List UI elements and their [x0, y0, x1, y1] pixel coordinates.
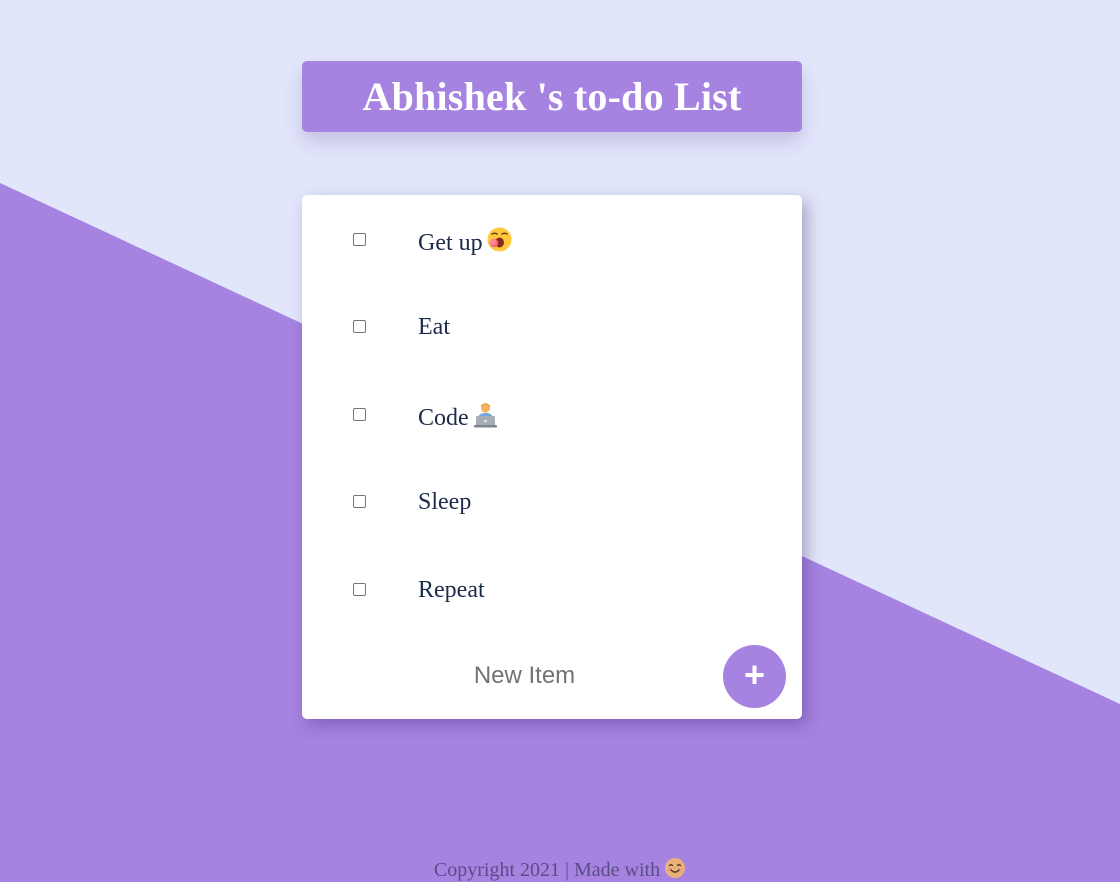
todo-item: Code [302, 395, 802, 435]
new-item-input[interactable] [418, 657, 631, 695]
page-heading: Abhishek 's to-do List [302, 61, 802, 132]
todo-checkbox[interactable] [353, 320, 366, 333]
plus-icon: + [743, 653, 766, 695]
todo-checkbox[interactable] [353, 408, 366, 421]
footer-text: Copyright 2021 | Made with [433, 859, 661, 881]
page-title: Abhishek 's to-do List [362, 74, 742, 119]
yawning-face-icon [486, 226, 513, 260]
todo-item-label: Sleep [418, 489, 472, 515]
todo-checkbox[interactable] [353, 495, 366, 508]
todo-item: Get up [302, 220, 802, 260]
todo-item: Repeat [302, 570, 802, 610]
todo-item: Eat [302, 307, 802, 347]
add-item-button[interactable]: + [723, 645, 786, 708]
todo-item-label: Code [418, 401, 499, 435]
todo-card: Get up Eat Code Sleep Repeat New Item + [302, 195, 802, 719]
todo-item-label: Repeat [418, 577, 485, 603]
technologist-icon [472, 401, 499, 435]
todo-item-label: Eat [418, 314, 450, 340]
smiling-face-icon [664, 857, 686, 882]
todo-checkbox[interactable] [353, 233, 366, 246]
footer: Copyright 2021 | Made with [0, 857, 1120, 882]
todo-item: Sleep [302, 482, 802, 522]
todo-item-label: Get up [418, 226, 513, 260]
todo-checkbox[interactable] [353, 583, 366, 596]
